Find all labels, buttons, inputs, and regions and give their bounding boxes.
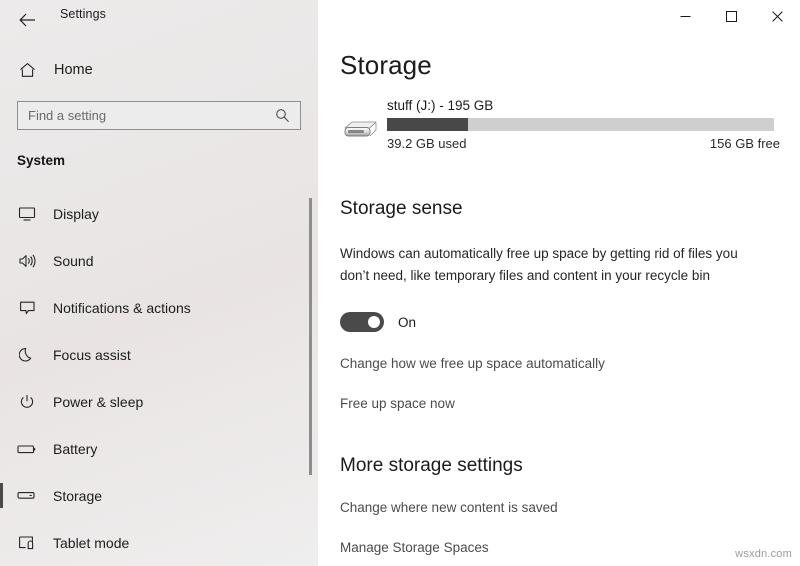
sidebar-item-power-sleep-label: Power & sleep bbox=[53, 393, 144, 410]
sidebar-item-storage-label: Storage bbox=[53, 487, 103, 504]
tablet-icon bbox=[15, 535, 39, 551]
power-icon bbox=[15, 394, 39, 410]
sidebar: Settings Home System bbox=[0, 0, 318, 566]
close-button[interactable] bbox=[754, 0, 800, 32]
chat-bubble-icon bbox=[15, 300, 39, 316]
sidebar-titlebar: Settings bbox=[0, 0, 318, 40]
sidebar-item-notifications-label: Notifications & actions bbox=[53, 299, 191, 316]
back-arrow-icon bbox=[18, 13, 36, 27]
link-change-free-up-space-automatically[interactable]: Change how we free up space automaticall… bbox=[340, 356, 605, 371]
sidebar-item-sound[interactable]: Sound bbox=[0, 237, 318, 284]
sidebar-item-focus-assist-label: Focus assist bbox=[53, 346, 131, 363]
sidebar-item-battery[interactable]: Battery bbox=[0, 425, 318, 472]
minimize-icon bbox=[680, 15, 690, 17]
link-manage-storage-spaces[interactable]: Manage Storage Spaces bbox=[340, 540, 489, 555]
sidebar-group-title: System bbox=[17, 153, 66, 168]
storage-sense-toggle-row[interactable]: On bbox=[340, 312, 416, 332]
sidebar-item-power-sleep[interactable]: Power & sleep bbox=[0, 378, 318, 425]
sidebar-item-display-label: Display bbox=[53, 205, 99, 222]
close-icon bbox=[771, 10, 783, 22]
home-icon bbox=[16, 62, 38, 78]
storage-sense-toggle-state: On bbox=[398, 314, 417, 330]
toggle-knob bbox=[368, 316, 380, 328]
sidebar-item-storage[interactable]: Storage bbox=[0, 472, 318, 519]
sidebar-item-tablet-mode-label: Tablet mode bbox=[53, 534, 130, 551]
content-pane: Storage stuff (J:) - 195 GB 39.2 GB used… bbox=[318, 0, 800, 566]
storage-sense-toggle[interactable] bbox=[340, 312, 384, 332]
sidebar-item-focus-assist[interactable]: Focus assist bbox=[0, 331, 318, 378]
storage-sense-description: Windows can automatically free up space … bbox=[340, 246, 738, 283]
battery-icon bbox=[15, 443, 39, 455]
page-title: Storage bbox=[340, 50, 432, 80]
maximize-button[interactable] bbox=[708, 0, 754, 32]
sidebar-item-home[interactable]: Home bbox=[0, 54, 318, 86]
search-input[interactable] bbox=[28, 108, 264, 123]
monitor-icon bbox=[15, 206, 39, 222]
sidebar-item-battery-label: Battery bbox=[53, 440, 98, 457]
settings-window: Settings Home System bbox=[0, 0, 800, 566]
drive-usage-row[interactable]: stuff (J:) - 195 GB 39.2 GB used 156 GB … bbox=[340, 98, 780, 158]
link-change-where-new-content-is-saved[interactable]: Change where new content is saved bbox=[340, 500, 558, 515]
drive-usage-bar-fill bbox=[387, 118, 469, 131]
more-storage-settings-heading: More storage settings bbox=[340, 455, 523, 476]
drive-used-label: 39.2 GB used bbox=[387, 136, 467, 151]
sidebar-nav-list: Display Sound Notifications & actions Fo… bbox=[0, 190, 318, 566]
moon-icon bbox=[15, 347, 39, 363]
external-drive-icon bbox=[340, 114, 384, 144]
watermark: wsxdn.com bbox=[735, 548, 792, 560]
sidebar-item-notifications[interactable]: Notifications & actions bbox=[0, 284, 318, 331]
maximize-icon bbox=[725, 10, 737, 22]
drive-free-label: 156 GB free bbox=[709, 136, 780, 151]
sidebar-scrollbar[interactable] bbox=[307, 190, 315, 566]
drive-usage-bar[interactable] bbox=[387, 118, 774, 131]
sidebar-item-sound-label: Sound bbox=[53, 252, 94, 269]
window-controls bbox=[662, 0, 800, 32]
minimize-button[interactable] bbox=[662, 0, 708, 32]
drive-name-label: stuff (J:) - 195 GB bbox=[387, 98, 494, 113]
sidebar-item-tablet-mode[interactable]: Tablet mode bbox=[0, 519, 318, 566]
sidebar-scrollbar-thumb[interactable] bbox=[309, 198, 312, 475]
drive-icon bbox=[15, 490, 39, 501]
sidebar-item-display[interactable]: Display bbox=[0, 190, 318, 237]
search-icon[interactable] bbox=[269, 108, 295, 123]
sidebar-item-home-label: Home bbox=[54, 62, 93, 78]
storage-sense-heading: Storage sense bbox=[340, 198, 463, 219]
search-box[interactable] bbox=[17, 101, 301, 130]
app-title: Settings bbox=[60, 7, 106, 21]
speaker-icon bbox=[15, 253, 39, 269]
link-free-up-space-now[interactable]: Free up space now bbox=[340, 396, 455, 411]
back-button[interactable] bbox=[12, 6, 42, 34]
selection-indicator bbox=[0, 483, 3, 508]
